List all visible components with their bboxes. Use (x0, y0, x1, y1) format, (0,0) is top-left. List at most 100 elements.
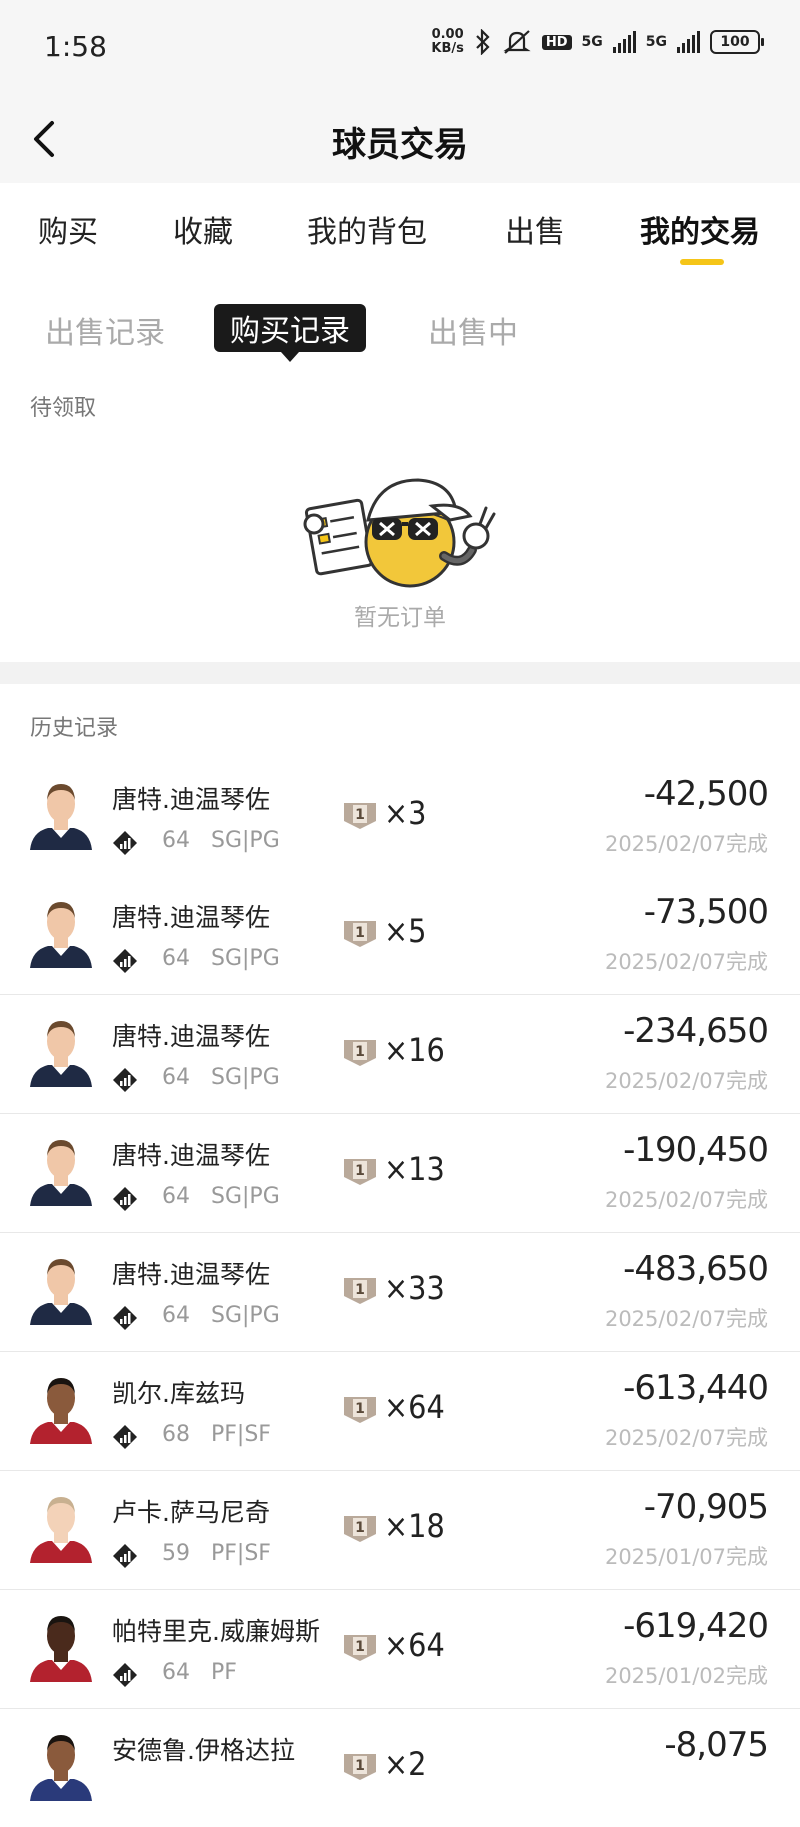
player-avatar (30, 1021, 92, 1087)
battery-icon: 100 (710, 30, 764, 54)
player-avatar (30, 1616, 92, 1682)
player-rating: 64 (162, 946, 190, 971)
history-row[interactable]: 帕特里克.威廉姆斯 64 PF 1 ×64 -619,420 2025/01/02完成 (0, 1590, 800, 1709)
section-divider (0, 662, 800, 684)
tab-buy[interactable]: 购买 (38, 207, 98, 251)
player-position: SG|PG (211, 828, 280, 853)
sub-tabs: 出售记录 购买记录 出售中 (0, 300, 800, 362)
card-level-text: 1 (355, 1044, 365, 1060)
tab-sell[interactable]: 出售 (505, 207, 565, 251)
transaction-amount: -613,440 (623, 1368, 769, 1408)
completion-date: 2025/02/07完成 (604, 832, 768, 856)
transaction-amount: -190,450 (623, 1130, 769, 1170)
player-avatar (30, 1497, 92, 1563)
card-level-badge: 1 (344, 803, 376, 829)
rating-diamond-icon (113, 1187, 137, 1211)
card-level-text: 1 (355, 925, 365, 941)
player-avatar (30, 1259, 92, 1325)
card-level-badge: 1 (344, 1635, 376, 1661)
completion-date: 2025/02/07完成 (604, 1188, 768, 1212)
active-tab-indicator (680, 259, 724, 265)
player-rating: 64 (162, 1184, 190, 1209)
completion-date: 2025/01/02完成 (604, 1664, 768, 1688)
history-row[interactable]: 安德鲁.伊格达拉 1 ×2 -8,075 (0, 1709, 800, 1827)
pending-label: 待领取 (30, 396, 97, 421)
transaction-amount: -234,650 (623, 1011, 769, 1051)
player-rating: 64 (162, 1303, 190, 1328)
signal-icon (677, 31, 700, 53)
rating-diamond-icon (113, 1306, 137, 1330)
player-position: SG|PG (211, 1065, 280, 1090)
subtab-sell-records[interactable]: 出售记录 (45, 308, 165, 352)
card-level-text: 1 (355, 807, 365, 823)
player-position: PF|SF (211, 1541, 271, 1566)
history-row[interactable]: 卢卡.萨马尼奇 59 PF|SF 1 ×18 -70,905 2025/01/07完成 (0, 1471, 800, 1590)
empty-mascot-illustration (303, 478, 496, 588)
subtab-buy-records[interactable]: 购买记录 (214, 304, 366, 362)
player-name: 唐特.迪温琴佐 (112, 1260, 270, 1289)
player-position: PF|SF (211, 1422, 271, 1447)
rating-diamond-icon (113, 831, 137, 855)
rating-diamond-icon (113, 1425, 137, 1449)
player-name: 卢卡.萨马尼奇 (112, 1498, 270, 1527)
rating-diamond-icon (113, 949, 137, 973)
history-row[interactable]: 唐特.迪温琴佐 64 SG|PG 1 ×33 -483,650 2025/02/07完成 (0, 1233, 800, 1352)
subtab-on-sale[interactable]: 出售中 (428, 308, 518, 352)
player-avatar (30, 784, 92, 850)
card-level-text: 1 (355, 1758, 365, 1774)
card-level-badge: 1 (344, 921, 376, 947)
page-title: 球员交易 (332, 125, 468, 165)
empty-state-text: 暂无订单 (354, 605, 446, 631)
player-name: 安德鲁.伊格达拉 (112, 1736, 295, 1765)
player-position: SG|PG (211, 1303, 280, 1328)
history-row[interactable]: 凯尔.库兹玛 68 PF|SF 1 ×64 -613,440 2025/02/07完成 (0, 1352, 800, 1471)
quantity: ×64 (384, 1626, 445, 1664)
card-level-badge: 1 (344, 1397, 376, 1423)
mute-bell-icon (503, 30, 531, 54)
sim1-label: 5G (581, 34, 603, 50)
tab-my-backpack[interactable]: 我的背包 (307, 207, 427, 251)
transaction-amount: -619,420 (623, 1606, 769, 1646)
history-row[interactable]: 唐特.迪温琴佐 64 SG|PG 1 ×13 -190,450 2025/02/07完成 (0, 1114, 800, 1233)
quantity: ×64 (384, 1388, 445, 1426)
tab-favorites[interactable]: 收藏 (173, 207, 233, 251)
player-avatar (30, 1735, 92, 1801)
card-level-text: 1 (355, 1401, 365, 1417)
transaction-amount: -483,650 (623, 1249, 769, 1289)
card-level-badge: 1 (344, 1516, 376, 1542)
transaction-amount: -8,075 (664, 1725, 769, 1765)
signal-icon (612, 31, 636, 53)
history-row[interactable]: 唐特.迪温琴佐 64 SG|PG 1 ×16 -234,650 2025/02/07完成 (0, 995, 800, 1114)
completion-date: 2025/02/07完成 (604, 1069, 768, 1093)
player-position: PF (211, 1660, 237, 1685)
completion-date: 2025/02/07完成 (604, 1426, 768, 1450)
player-rating: 64 (162, 828, 190, 853)
card-level-text: 1 (355, 1520, 365, 1536)
player-avatar (30, 902, 92, 968)
rating-diamond-icon (113, 1068, 137, 1092)
status-bar: 1:58 0.00 KB/s HD 5G 5G 100 (0, 0, 800, 95)
card-level-text: 1 (355, 1639, 365, 1655)
player-name: 唐特.迪温琴佐 (112, 903, 270, 932)
quantity: ×3 (384, 794, 427, 832)
player-name: 唐特.迪温琴佐 (112, 785, 270, 814)
rating-diamond-icon (113, 1544, 137, 1568)
player-rating: 64 (162, 1660, 190, 1685)
card-level-text: 1 (355, 1282, 365, 1298)
history-row[interactable]: 唐特.迪温琴佐 64 SG|PG 1 ×5 -73,500 2025/02/07完成 (0, 876, 800, 995)
player-avatar (30, 1378, 92, 1444)
quantity: ×5 (384, 912, 427, 950)
quantity: ×16 (384, 1031, 445, 1069)
history-row[interactable]: 唐特.迪温琴佐 64 SG|PG 1 ×3 -42,500 2025/02/07完成 (0, 758, 800, 876)
card-level-badge: 1 (344, 1159, 376, 1185)
tab-my-trades[interactable]: 我的交易 (640, 207, 760, 251)
network-speed: 0.00 KB/s (431, 27, 464, 56)
player-rating: 59 (162, 1541, 190, 1566)
card-level-text: 1 (355, 1163, 365, 1179)
history-label: 历史记录 (30, 716, 119, 741)
player-name: 唐特.迪温琴佐 (112, 1022, 270, 1051)
quantity: ×13 (384, 1150, 445, 1188)
status-time: 1:58 (44, 30, 107, 63)
main-tabs: 购买 收藏 我的背包 出售 我的交易 (0, 183, 800, 273)
transaction-amount: -73,500 (643, 892, 769, 932)
